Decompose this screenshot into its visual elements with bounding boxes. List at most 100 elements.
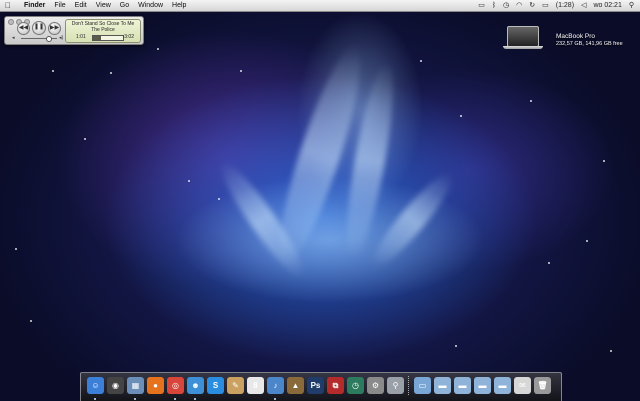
finder-icon[interactable]: ☺ [87, 377, 104, 394]
itunes-icon[interactable]: ♪ [267, 377, 284, 394]
pause-button[interactable]: ❚❚ [32, 21, 46, 35]
volume-icon[interactable]: ◁ [581, 0, 586, 11]
star [52, 70, 54, 72]
itunes-mini-player: ◀◀ ❚❚ ▶▶ ◂ ◂) Don't Stand So Close To Me… [4, 16, 144, 45]
star [420, 60, 422, 62]
dock-system-preferences[interactable]: ⚙ [366, 376, 385, 396]
dock-finder[interactable]: ☺ [86, 376, 105, 400]
star [30, 320, 32, 322]
dock-trash[interactable]: 🗑 [533, 376, 552, 396]
dock-folder-3[interactable]: ▬ [473, 376, 492, 396]
star [15, 248, 17, 250]
parallels-icon[interactable]: ⧉ [327, 377, 344, 394]
system-preferences-icon[interactable]: ⚙ [367, 377, 384, 394]
skype-icon[interactable]: S [207, 377, 224, 394]
star [603, 160, 605, 162]
sync-icon[interactable]: ↻ [529, 0, 535, 11]
dock: ☺ ◉ ▦ ● ◎ ☻ S ✎ 8 ♪ ▲ Ps ⧉ ◷ ⚙ ⚲ ▭ ▬ ▬ ▬ ▬ ✉ 🗑 [80, 372, 562, 401]
search-icon[interactable]: ⚲ [629, 0, 634, 11]
battery-time[interactable]: (1:28) [556, 0, 574, 11]
next-button[interactable]: ▶▶ [48, 22, 61, 35]
menu-finder[interactable]: Finder [24, 0, 45, 11]
bluetooth-icon[interactable]: ᛒ [492, 0, 496, 11]
menu-go[interactable]: Go [120, 0, 129, 11]
notes-icon[interactable]: ✎ [227, 377, 244, 394]
time-machine-icon[interactable]: ◷ [347, 377, 364, 394]
automator-icon[interactable]: ⚲ [387, 377, 404, 394]
trash-icon[interactable]: 🗑 [534, 377, 551, 394]
dock-items: ☺ ◉ ▦ ● ◎ ☻ S ✎ 8 ♪ ▲ Ps ⧉ ◷ ⚙ ⚲ ▭ ▬ ▬ ▬ ▬ ✉ 🗑 [86, 376, 552, 400]
progress-bar[interactable] [92, 35, 124, 41]
clock[interactable]: wo 02:21 [593, 0, 621, 11]
chrome-icon[interactable]: ◎ [167, 377, 184, 394]
photoshop-icon[interactable]: Ps [307, 377, 324, 394]
folder-3-icon[interactable]: ▬ [474, 377, 491, 394]
mail-stack-icon[interactable]: ✉ [514, 377, 531, 394]
dock-separator [406, 376, 412, 396]
battery-icon[interactable]: ▭ [542, 0, 549, 11]
progress-fill [93, 36, 101, 40]
laptop-icon[interactable] [507, 26, 539, 47]
dock-time-machine[interactable]: ◷ [346, 376, 365, 396]
dock-itunes[interactable]: ♪ [266, 376, 285, 400]
preview-icon[interactable]: ▦ [127, 377, 144, 394]
time-machine-icon[interactable]: ◷ [503, 0, 509, 11]
now-playing-display: Don't Stand So Close To Me The Police 1:… [65, 19, 141, 43]
dock-firefox[interactable]: ● [146, 376, 165, 396]
dock-automator[interactable]: ⚲ [386, 376, 405, 396]
dock-photoshop[interactable]: Ps [306, 376, 325, 396]
star [110, 72, 112, 74]
dock-skype[interactable]: S [206, 376, 225, 396]
menu-bar:  Finder File Edit View Go Window Help ▭… [0, 0, 640, 12]
star [530, 100, 532, 102]
menu-help[interactable]: Help [172, 0, 186, 11]
dashboard-icon[interactable]: ◉ [107, 377, 124, 394]
laptop-base [503, 46, 543, 49]
iphoto-icon[interactable]: ▲ [287, 377, 304, 394]
firefox-icon[interactable]: ● [147, 377, 164, 394]
volume-slider[interactable] [21, 36, 57, 42]
menu-items: Finder File Edit View Go Window Help [24, 0, 186, 11]
volume-low-icon: ◂ [12, 35, 15, 41]
dock-downloads-stack[interactable]: ▭ [413, 376, 432, 396]
disk-name[interactable]: MacBook Pro [556, 33, 595, 40]
dock-preview[interactable]: ▦ [126, 376, 145, 400]
volume-high-icon: ◂) [59, 35, 64, 41]
star [188, 180, 190, 182]
wifi-icon[interactable]: ◠ [516, 0, 522, 11]
display-icon[interactable]: ▭ [478, 0, 485, 11]
folder-1-icon[interactable]: ▬ [434, 377, 451, 394]
star [218, 198, 220, 200]
dock-mail-stack[interactable]: ✉ [513, 376, 532, 396]
folder-4-icon[interactable]: ▬ [494, 377, 511, 394]
previous-button[interactable]: ◀◀ [17, 22, 30, 35]
folder-2-icon[interactable]: ▬ [454, 377, 471, 394]
star [84, 138, 86, 140]
menu-file[interactable]: File [54, 0, 65, 11]
star [610, 350, 612, 352]
dock-ical[interactable]: 8 [246, 376, 265, 396]
downloads-stack-icon[interactable]: ▭ [414, 377, 431, 394]
dock-iphoto[interactable]: ▲ [286, 376, 305, 396]
dock-folder-4[interactable]: ▬ [493, 376, 512, 396]
apple-menu-icon[interactable]:  [5, 0, 11, 11]
disk-info: 232,57 GB, 141,96 GB free [556, 41, 623, 47]
menu-window[interactable]: Window [138, 0, 163, 11]
dock-notes[interactable]: ✎ [226, 376, 245, 396]
star [586, 240, 588, 242]
volume-knob[interactable] [45, 36, 52, 42]
ical-icon[interactable]: 8 [247, 377, 264, 394]
hard-drive-icon-group[interactable]: MacBook Pro 232,57 GB, 141,96 GB free [503, 24, 633, 64]
dock-dashboard[interactable]: ◉ [106, 376, 125, 396]
dock-folder-2[interactable]: ▬ [453, 376, 472, 396]
ichat-icon[interactable]: ☻ [187, 377, 204, 394]
dock-folder-1[interactable]: ▬ [433, 376, 452, 396]
menu-edit[interactable]: Edit [75, 0, 87, 11]
dock-ichat[interactable]: ☻ [186, 376, 205, 400]
dock-parallels[interactable]: ⧉ [326, 376, 345, 396]
menu-view[interactable]: View [96, 0, 111, 11]
star [455, 345, 457, 347]
close-icon[interactable] [8, 19, 14, 25]
remaining-time: -3:02 [122, 34, 134, 40]
dock-chrome[interactable]: ◎ [166, 376, 185, 400]
